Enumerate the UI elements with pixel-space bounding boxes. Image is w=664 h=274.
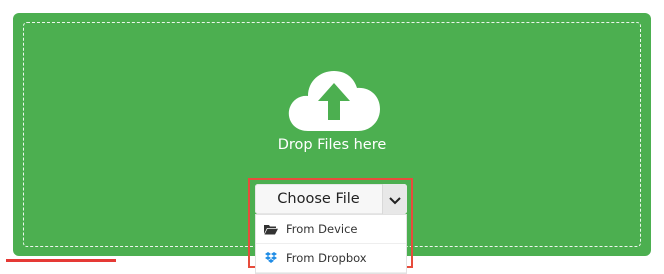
- menu-item-from-dropbox[interactable]: From Dropbox: [256, 244, 406, 273]
- menu-item-from-device[interactable]: From Device: [256, 215, 406, 244]
- menu-item-label: From Device: [286, 222, 358, 236]
- choose-file-button[interactable]: Choose File: [255, 184, 382, 214]
- choose-file-menu: From Device From Dropbox: [255, 214, 407, 274]
- folder-open-icon: [264, 223, 278, 235]
- chevron-down-icon: [389, 190, 401, 209]
- dropdown-toggle-button[interactable]: [382, 184, 407, 214]
- choose-file-dropdown[interactable]: Choose File: [255, 184, 407, 214]
- drop-files-text: Drop Files here: [277, 137, 387, 153]
- menu-item-label: From Dropbox: [286, 251, 367, 265]
- cloud-upload-icon: [286, 65, 382, 135]
- dropbox-icon: [264, 252, 278, 264]
